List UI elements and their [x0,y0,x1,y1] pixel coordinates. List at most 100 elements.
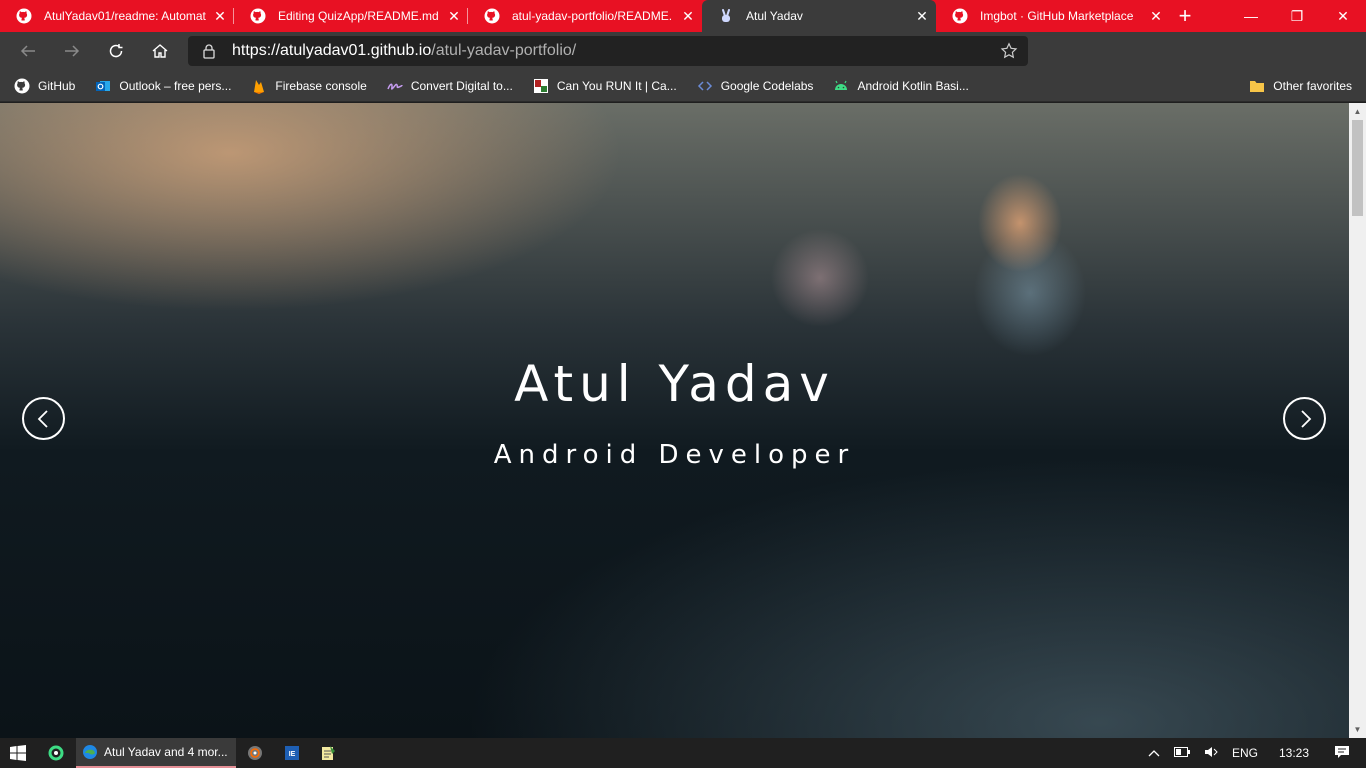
home-button[interactable] [138,32,182,70]
page-scrollbar[interactable]: ▲ ▼ [1349,103,1366,738]
android-icon [833,78,849,94]
bookmark-label: Outlook – free pers... [119,78,232,93]
scrollbar-thumb[interactable] [1352,120,1363,216]
github-icon [16,8,32,24]
windows-taskbar: Atul Yadav and 4 mor... IE ENG 13:23 [0,738,1366,768]
refresh-button[interactable] [94,32,138,70]
tab-title: AtulYadav01/readme: Automat [44,9,206,23]
tab-portfolio-readme[interactable]: atul-yadav-portfolio/README. ✕ [468,0,702,32]
bookmark-google-codelabs[interactable]: Google Codelabs [697,78,814,94]
github-icon [952,8,968,24]
code-brackets-icon [697,78,713,94]
window-controls: — ❐ ✕ [1228,0,1366,32]
restore-button[interactable]: ❐ [1274,0,1320,32]
arrow-right-icon [63,42,81,60]
lock-icon[interactable] [202,43,218,59]
bookmark-label: Convert Digital to... [410,78,513,93]
arrow-left-icon [19,42,37,60]
clock[interactable]: 13:23 [1279,746,1309,760]
url-path: /atul-yadav-portfolio/ [431,42,577,59]
taskbar-app-media[interactable] [236,738,274,768]
signature-icon [387,78,403,94]
bookmark-label: GitHub [38,78,76,93]
bookmark-label: Google Codelabs [720,78,814,93]
new-tab-button[interactable]: + [1170,0,1200,32]
carousel-prev-button[interactable] [22,397,65,440]
folder-icon [1249,78,1265,94]
bookmark-can-you-run-it[interactable]: Can You RUN It | Ca... [533,78,677,94]
address-bar[interactable]: https://atulyadav01.github.io/atul-yadav… [188,36,1028,66]
taskbar-app-notepad[interactable] [310,738,346,768]
bookmark-convert-digital[interactable]: Convert Digital to... [387,78,513,94]
notepad-icon [320,745,336,761]
tab-title: Imgbot · GitHub Marketplace [980,9,1134,23]
github-icon [484,8,500,24]
tab-editing-quizapp[interactable]: Editing QuizApp/README.md ✕ [234,0,468,32]
edge-icon [82,744,98,760]
tray-chevron-up-icon[interactable] [1148,746,1160,760]
back-button[interactable] [6,32,50,70]
restore-icon: ❐ [1290,7,1304,24]
chevron-right-icon [1297,409,1313,429]
url-text[interactable]: https://atulyadav01.github.io/atul-yadav… [232,42,576,60]
bookmark-label: Android Kotlin Basi... [857,78,969,93]
home-icon [151,42,169,60]
language-indicator[interactable]: ENG [1232,746,1258,760]
taskbar-app-edge[interactable]: Atul Yadav and 4 mor... [76,738,236,768]
carousel-next-button[interactable] [1283,397,1326,440]
tab-title: Atul Yadav [746,9,803,23]
media-disc-icon [247,745,263,761]
taskbar-app-ie[interactable]: IE [274,738,310,768]
star-icon[interactable] [1000,42,1018,60]
scroll-up-icon[interactable]: ▲ [1349,103,1366,120]
app-ring-icon [47,744,65,762]
outlook-icon [95,78,111,94]
volume-icon[interactable] [1204,746,1218,761]
bookmark-firebase[interactable]: Firebase console [251,78,367,94]
refresh-icon [107,42,125,60]
hero-name: Atul Yadav [514,355,835,413]
bookmark-outlook[interactable]: Outlook – free pers... [95,78,231,94]
bookmark-android-kotlin[interactable]: Android Kotlin Basi... [833,78,969,94]
svg-text:IE: IE [289,751,296,758]
github-icon [250,8,266,24]
close-icon: ✕ [1337,7,1349,24]
close-icon[interactable]: ✕ [206,2,234,30]
windows-logo-icon [10,745,26,761]
tab-imgbot[interactable]: Imgbot · GitHub Marketplace ✕ [936,0,1170,32]
forward-button[interactable] [50,32,94,70]
minimize-button[interactable]: — [1228,0,1274,32]
peace-hand-icon [718,8,734,24]
taskbar-app-label: Atul Yadav and 4 mor... [104,745,228,759]
bookmark-github[interactable]: GitHub [14,78,75,94]
browser-toolbar: https://atulyadav01.github.io/atul-yadav… [0,32,1366,94]
close-icon[interactable]: ✕ [908,2,936,30]
notification-icon[interactable] [1334,745,1350,762]
url-host: https://atulyadav01.github.io [232,42,432,59]
system-tray: ENG 13:23 [1141,738,1366,768]
taskbar-app-cortana[interactable] [36,738,76,768]
plus-icon: + [1178,3,1192,28]
tab-atul-yadav[interactable]: Atul Yadav ✕ [702,0,936,32]
tab-readme-automation[interactable]: AtulYadav01/readme: Automat ✕ [0,0,234,32]
ide-icon: IE [284,745,300,761]
hero-carousel: Atul Yadav Android Developer [0,103,1349,738]
minimize-icon: — [1244,8,1258,24]
bookmark-label: Can You RUN It | Ca... [556,78,677,93]
close-window-button[interactable]: ✕ [1320,0,1366,32]
favorites-bar: GitHub Outlook – free pers... Firebase c… [0,70,1366,102]
chevron-left-icon [36,409,52,429]
hero-role: Android Developer [493,440,856,470]
battery-icon[interactable] [1173,746,1190,760]
tab-title: atul-yadav-portfolio/README. [512,9,673,23]
tab-title: Editing QuizApp/README.md [278,9,439,23]
scroll-down-icon[interactable]: ▼ [1349,721,1366,738]
start-button[interactable] [0,738,36,768]
tab-strip: AtulYadav01/readme: Automat ✕ Editing Qu… [0,0,1366,32]
firebase-icon [251,78,267,94]
close-icon[interactable]: ✕ [440,2,468,30]
close-icon[interactable]: ✕ [1142,2,1170,30]
system-check-icon [533,78,549,94]
close-icon[interactable]: ✕ [674,2,702,30]
other-favorites[interactable]: Other favorites [1249,78,1352,94]
